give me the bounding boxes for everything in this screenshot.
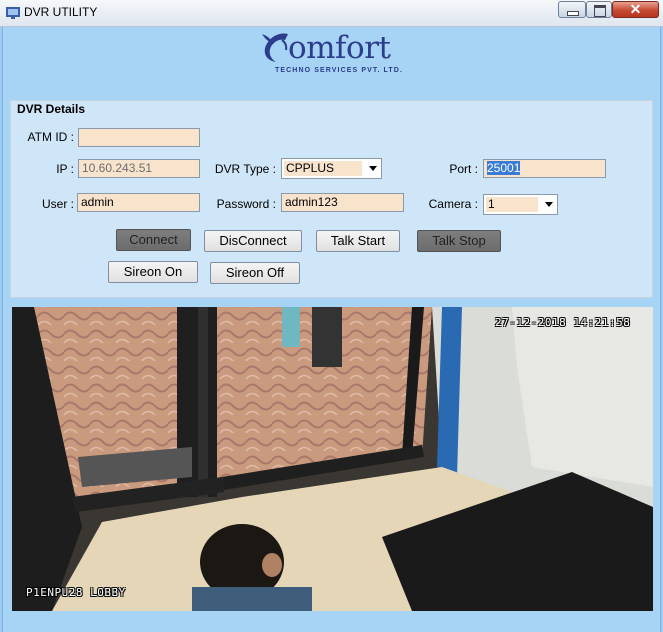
video-camera-name: P1ENPU28 LOBBY <box>26 586 126 599</box>
dvr-type-label: DVR Type : <box>214 162 276 176</box>
close-button[interactable]: ✕ <box>612 1 659 18</box>
disconnect-button[interactable]: DisConnect <box>204 230 302 252</box>
port-field[interactable]: 25001 <box>483 159 606 178</box>
talk-start-button[interactable]: Talk Start <box>316 230 400 252</box>
cctv-frame-image <box>12 307 653 611</box>
camera-value: 1 <box>486 197 538 212</box>
app-icon <box>6 7 20 19</box>
ip-field[interactable]: 10.60.243.51 <box>78 159 200 178</box>
title-bar[interactable]: DVR UTILITY ✕ <box>0 0 663 27</box>
dvr-type-dropdown[interactable]: CPPLUS <box>281 158 382 179</box>
group-title: DVR Details <box>17 102 86 116</box>
dropdown-arrow-icon <box>545 202 553 207</box>
sireon-on-button[interactable]: Sireon On <box>108 261 198 283</box>
password-label: Password : <box>216 197 276 211</box>
password-field[interactable]: admin123 <box>281 193 404 212</box>
sireon-off-button[interactable]: Sireon Off <box>210 262 300 284</box>
maximize-icon <box>594 5 606 17</box>
minimize-icon <box>567 11 579 16</box>
port-value: 25001 <box>487 161 521 175</box>
comfort-bird-logo-icon <box>262 33 288 62</box>
user-label: User : <box>41 197 74 211</box>
ip-label: IP : <box>56 162 74 176</box>
close-icon: ✕ <box>629 1 642 17</box>
logo-tagline: TECHNO SERVICES PVT. LTD. <box>275 67 403 74</box>
atm-id-label: ATM ID : <box>27 130 74 144</box>
maximize-button[interactable] <box>586 1 612 18</box>
camera-video-feed[interactable]: 27-12-2018 14:21:58 P1ENPU28 LOBBY <box>12 307 653 611</box>
camera-label: Camera : <box>428 197 478 211</box>
user-field[interactable]: admin <box>77 193 200 212</box>
camera-dropdown[interactable]: 1 <box>483 194 558 215</box>
talk-stop-button[interactable]: Talk Stop <box>417 230 501 252</box>
video-timestamp: 27-12-2018 14:21:58 <box>495 316 631 329</box>
window-title: DVR UTILITY <box>24 5 98 19</box>
minimize-button[interactable] <box>558 1 586 18</box>
dropdown-arrow-icon <box>369 166 377 171</box>
atm-id-field[interactable] <box>78 128 200 147</box>
company-logo: omfort TECHNO SERVICES PVT. LTD. <box>258 28 418 84</box>
port-label: Port : <box>449 162 478 176</box>
connect-button[interactable]: Connect <box>116 229 191 251</box>
logo-wordmark: omfort <box>288 30 391 66</box>
dvr-type-value: CPPLUS <box>284 161 362 176</box>
